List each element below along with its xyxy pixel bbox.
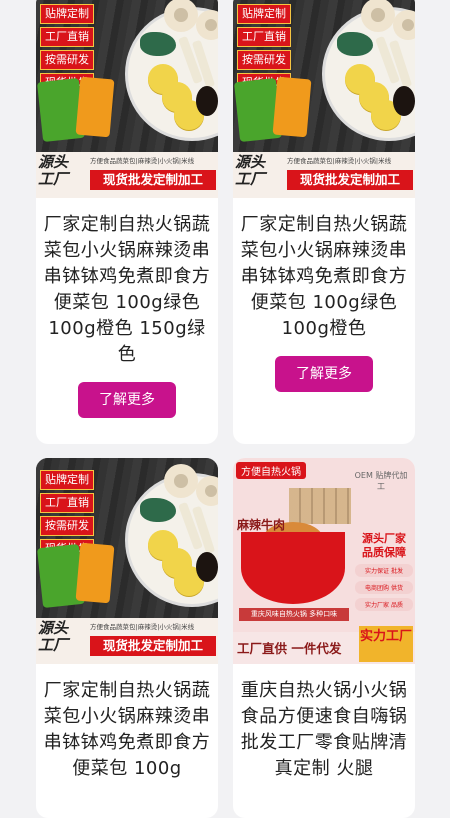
banner-subtitle: 方便食品蔬菜包|麻辣烫|小火锅|米线 [90,623,195,631]
factory-slogan: 工厂直供 一件代发 [237,641,342,656]
warehouse-shelf [289,488,351,524]
strength-badge: 实力工厂 [359,626,413,662]
product-card[interactable]: 贴牌定制 工厂直销 按需研发 现货批发 源头工厂 方便食品蔬菜包|麻辣烫|小火锅… [36,0,218,444]
tag: 工厂直销 [40,27,94,47]
image-banner: 源头工厂 方便食品蔬菜包|麻辣烫|小火锅|米线 现货批发定制加工 [36,618,218,664]
banner-logo: 源头工厂 [38,619,69,654]
feature-pill: 实力厂家 品质 [355,598,413,611]
tag: 按需研发 [40,50,94,70]
product-card[interactable]: 方便自热火锅 OEM 贴牌代加工 麻辣牛肉 源头厂家 品质保障 实力保证 批发 … [233,458,415,818]
product-image[interactable]: 贴牌定制 工厂直销 按需研发 现货批发 源头工厂 方便食品蔬菜包|麻辣烫|小火锅… [233,0,415,198]
banner-subtitle: 方便食品蔬菜包|麻辣烫|小火锅|米线 [287,157,392,165]
black-fungus [393,86,415,116]
banner-slogan: 现货批发定制加工 [90,170,216,190]
banner-logo: 源头工厂 [235,153,266,188]
quality-slogan: 源头厂家 品质保障 [362,532,406,559]
learn-more-button[interactable]: 了解更多 [78,382,176,418]
flavor-strip: 重庆风味自热火锅 多种口味 [239,608,349,621]
black-fungus [196,86,218,116]
tag: 贴牌定制 [40,4,94,24]
product-title[interactable]: 厂家定制自热火锅蔬菜包小火锅麻辣烫串串钵钵鸡免煮即食方便菜包 100g [42,678,212,782]
banner-slogan: 现货批发定制加工 [287,170,413,190]
tag: 按需研发 [237,50,291,70]
lotus-slice [196,476,218,506]
seaweed [337,32,373,56]
banner-subtitle: 方便食品蔬菜包|麻辣烫|小火锅|米线 [90,157,195,165]
learn-more-button[interactable]: 了解更多 [275,356,373,392]
product-image[interactable]: 贴牌定制 工厂直销 按需研发 现货批发 源头工厂 方便食品蔬菜包|麻辣烫|小火锅… [36,458,218,664]
tag: 贴牌定制 [40,470,94,490]
orange-package [75,76,115,138]
image-banner: 源头工厂 方便食品蔬菜包|麻辣烫|小火锅|米线 现货批发定制加工 [36,152,218,198]
product-card[interactable]: 贴牌定制 工厂直销 按需研发 现货批发 源头工厂 方便食品蔬菜包|麻辣烫|小火锅… [233,0,415,444]
seaweed [140,32,176,56]
lotus-slice [393,10,415,40]
lotus-slice [196,10,218,40]
promo-badge: 方便自热火锅 [236,462,306,479]
feature-pill: 实力保证 批发 [355,564,413,577]
tag: 贴牌定制 [237,4,291,24]
orange-package [75,542,115,604]
orange-package [272,76,312,138]
product-title[interactable]: 重庆自热火锅小火锅食品方便速食自嗨锅批发工厂零食贴牌清真定制 火腿 [239,678,409,782]
black-fungus [196,552,218,582]
promo-features: 源头厂家 品质保障 实力保证 批发 电商团购 供货 实力厂家 品质 [355,532,413,611]
image-banner: 源头工厂 方便食品蔬菜包|麻辣烫|小火锅|米线 现货批发定制加工 [233,152,415,198]
product-title[interactable]: 厂家定制自热火锅蔬菜包小火锅麻辣烫串串钵钵鸡免煮即食方便菜包 100g绿色 10… [239,212,409,342]
product-image[interactable]: 贴牌定制 工厂直销 按需研发 现货批发 源头工厂 方便食品蔬菜包|麻辣烫|小火锅… [36,0,218,198]
tag: 按需研发 [40,516,94,536]
hotpot-bowl [241,532,345,604]
tag: 工厂直销 [40,493,94,513]
banner-logo: 源头工厂 [38,153,69,188]
feature-pill: 电商团购 供货 [355,581,413,594]
banner-slogan: 现货批发定制加工 [90,636,216,656]
oem-label: OEM 贴牌代加工 [354,471,408,491]
seaweed [140,498,176,522]
product-flavor: 麻辣牛肉 [237,518,286,532]
product-card[interactable]: 贴牌定制 工厂直销 按需研发 现货批发 源头工厂 方便食品蔬菜包|麻辣烫|小火锅… [36,458,218,818]
tag: 工厂直销 [237,27,291,47]
product-title[interactable]: 厂家定制自热火锅蔬菜包小火锅麻辣烫串串钵钵鸡免煮即食方便菜包 100g绿色 10… [42,212,212,368]
product-image[interactable]: 方便自热火锅 OEM 贴牌代加工 麻辣牛肉 源头厂家 品质保障 实力保证 批发 … [233,458,415,664]
lotus-slice [164,464,198,498]
